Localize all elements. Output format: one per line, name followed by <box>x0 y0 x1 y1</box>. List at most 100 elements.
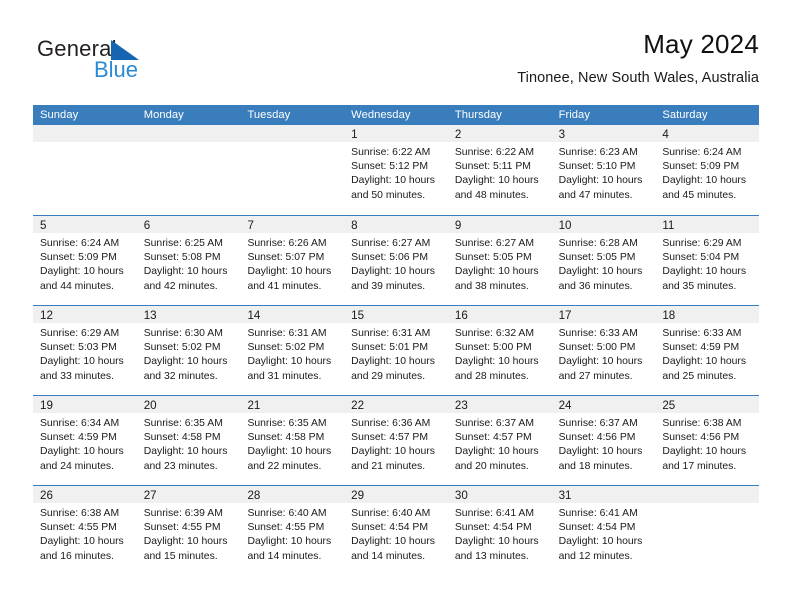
sunrise-text: Sunrise: 6:22 AM <box>351 147 431 158</box>
calendar-day-cell[interactable]: 26 Sunrise: 6:38 AM Sunset: 4:55 PM Dayligh… <box>33 486 137 575</box>
sunrise-text: Sunrise: 6:33 AM <box>662 328 742 339</box>
sunset-text: Sunset: 4:54 PM <box>351 522 428 534</box>
sunrise-text: Sunrise: 6:35 AM <box>247 418 327 429</box>
day-number-band: 7 <box>240 216 345 233</box>
day-number: 9 <box>454 219 462 232</box>
sunset-text: Sunset: 5:02 PM <box>247 342 325 354</box>
day-number-band: 29 <box>344 486 448 503</box>
calendar-day-cell[interactable]: 14 Sunrise: 6:31 AM Sunset: 5:02 PM Dayligh… <box>240 306 345 395</box>
daylight-text-cont: and 32 minutes. <box>143 370 218 382</box>
day-number: 14 <box>247 309 261 322</box>
day-number-band: 14 <box>240 306 345 323</box>
calendar-day-cell[interactable]: 1 Sunrise: 6:22 AM Sunset: 5:12 PM Daylight… <box>344 125 448 215</box>
day-number-band: 28 <box>240 486 345 503</box>
day-number: 7 <box>247 219 254 232</box>
day-number-band <box>136 125 241 142</box>
calendar-week-row: 5 Sunrise: 6:24 AM Sunset: 5:09 PM Daylight… <box>33 215 760 305</box>
calendar-day-cell[interactable]: 9 Sunrise: 6:27 AM Sunset: 5:05 PM Daylight… <box>447 216 552 305</box>
calendar-day-cell[interactable]: 23 Sunrise: 6:37 AM Sunset: 4:57 PM Dayligh… <box>447 396 552 485</box>
day-number: 16 <box>454 309 468 322</box>
day-number-band: 26 <box>33 486 137 503</box>
day-detail-lines: Sunrise: 6:32 AM Sunset: 5:00 PM Daylight:… <box>448 323 552 384</box>
daylight-text-cont: and 35 minutes. <box>662 280 737 292</box>
calendar-day-cell[interactable]: 3 Sunrise: 6:23 AM Sunset: 5:10 PM Daylight… <box>551 125 656 215</box>
day-detail-lines: Sunrise: 6:41 AM Sunset: 4:54 PM Daylight:… <box>448 503 552 564</box>
day-detail-lines: Sunrise: 6:28 AM Sunset: 5:05 PM Daylight:… <box>552 233 656 294</box>
calendar-day-cell[interactable]: 16 Sunrise: 6:32 AM Sunset: 5:00 PM Dayligh… <box>447 306 552 395</box>
sunset-text: Sunset: 5:09 PM <box>662 161 740 173</box>
day-detail-lines: Sunrise: 6:37 AM Sunset: 4:57 PM Daylight:… <box>448 413 552 474</box>
daylight-text: Daylight: 10 hours <box>662 446 747 458</box>
daylight-text: Daylight: 10 hours <box>351 446 435 458</box>
daylight-text: Daylight: 10 hours <box>558 446 643 458</box>
sunrise-text: Sunrise: 6:26 AM <box>247 238 327 249</box>
day-number-band: 4 <box>655 125 760 142</box>
daylight-text: Daylight: 10 hours <box>662 175 747 187</box>
calendar-day-cell[interactable]: 21 Sunrise: 6:35 AM Sunset: 4:58 PM Dayligh… <box>240 396 345 485</box>
calendar-day-cell[interactable]: 29 Sunrise: 6:40 AM Sunset: 4:54 PM Dayligh… <box>344 486 448 575</box>
day-detail-lines: Sunrise: 6:29 AM Sunset: 5:03 PM Daylight:… <box>33 323 137 384</box>
day-detail-lines: Sunrise: 6:24 AM Sunset: 5:09 PM Daylight:… <box>655 142 759 203</box>
calendar-day-cell[interactable]: 22 Sunrise: 6:36 AM Sunset: 4:57 PM Dayligh… <box>344 396 448 485</box>
calendar-day-cell[interactable]: 28 Sunrise: 6:40 AM Sunset: 4:55 PM Dayligh… <box>240 486 345 575</box>
day-detail-lines: Sunrise: 6:22 AM Sunset: 5:11 PM Daylight:… <box>448 142 552 203</box>
sunrise-text: Sunrise: 6:24 AM <box>662 147 742 158</box>
weekday-header-wednesday: Wednesday <box>351 109 411 121</box>
day-number-band: 13 <box>136 306 241 323</box>
daylight-text: Daylight: 10 hours <box>351 356 435 368</box>
calendar-day-cell[interactable]: 17 Sunrise: 6:33 AM Sunset: 5:00 PM Dayligh… <box>551 306 656 395</box>
sunset-text: Sunset: 5:06 PM <box>351 252 428 264</box>
calendar-day-cell[interactable]: 5 Sunrise: 6:24 AM Sunset: 5:09 PM Daylight… <box>33 216 137 305</box>
calendar-day-cell[interactable]: 25 Sunrise: 6:38 AM Sunset: 4:56 PM Dayligh… <box>655 396 760 485</box>
sunrise-text: Sunrise: 6:41 AM <box>558 508 638 519</box>
day-number: 24 <box>558 399 572 412</box>
sunset-text: Sunset: 5:09 PM <box>40 252 117 264</box>
calendar-day-cell[interactable]: 8 Sunrise: 6:27 AM Sunset: 5:06 PM Daylight… <box>344 216 448 305</box>
calendar-day-cell[interactable]: 4 Sunrise: 6:24 AM Sunset: 5:09 PM Daylight… <box>655 125 760 215</box>
weekday-header-friday: Friday <box>558 109 590 121</box>
daylight-text-cont: and 27 minutes. <box>558 370 633 382</box>
daylight-text: Daylight: 10 hours <box>454 356 539 368</box>
day-detail-lines: Sunrise: 6:35 AM Sunset: 4:58 PM Daylight:… <box>240 413 344 474</box>
day-detail-lines: Sunrise: 6:35 AM Sunset: 4:58 PM Daylight:… <box>137 413 241 474</box>
sunrise-text: Sunrise: 6:27 AM <box>351 238 431 249</box>
sunset-text: Sunset: 5:00 PM <box>558 342 636 354</box>
calendar-day-cell[interactable]: 11 Sunrise: 6:29 AM Sunset: 5:04 PM Dayligh… <box>655 216 760 305</box>
daylight-text-cont: and 29 minutes. <box>351 370 426 382</box>
calendar-day-cell[interactable]: 10 Sunrise: 6:28 AM Sunset: 5:05 PM Dayligh… <box>551 216 656 305</box>
daylight-text: Daylight: 10 hours <box>40 266 124 278</box>
daylight-text-cont: and 28 minutes. <box>454 370 529 382</box>
day-detail-lines: Sunrise: 6:25 AM Sunset: 5:08 PM Daylight:… <box>137 233 241 294</box>
day-detail-lines <box>240 142 344 146</box>
day-detail-lines: Sunrise: 6:33 AM Sunset: 4:59 PM Daylight:… <box>655 323 759 384</box>
calendar-day-cell[interactable]: 15 Sunrise: 6:31 AM Sunset: 5:01 PM Dayligh… <box>344 306 448 395</box>
calendar-day-cell[interactable]: 24 Sunrise: 6:37 AM Sunset: 4:56 PM Dayligh… <box>551 396 656 485</box>
calendar-day-cell[interactable]: 6 Sunrise: 6:25 AM Sunset: 5:08 PM Daylight… <box>136 216 241 305</box>
daylight-text-cont: and 14 minutes. <box>247 550 322 562</box>
day-detail-lines: Sunrise: 6:38 AM Sunset: 4:55 PM Daylight:… <box>33 503 137 564</box>
title-block: May 2024 Tinonee, New South Wales, Austr… <box>517 28 759 88</box>
calendar-day-cell[interactable]: 12 Sunrise: 6:29 AM Sunset: 5:03 PM Dayligh… <box>33 306 137 395</box>
daylight-text: Daylight: 10 hours <box>40 536 124 548</box>
day-number: 1 <box>351 128 358 141</box>
daylight-text-cont: and 25 minutes. <box>662 370 737 382</box>
daylight-text: Daylight: 10 hours <box>247 536 332 548</box>
day-detail-lines: Sunrise: 6:40 AM Sunset: 4:55 PM Daylight:… <box>240 503 344 564</box>
day-number: 12 <box>40 309 53 322</box>
daylight-text-cont: and 23 minutes. <box>143 460 218 472</box>
page-subtitle: Tinonee, New South Wales, Australia <box>517 70 759 86</box>
calendar-day-cell[interactable]: 7 Sunrise: 6:26 AM Sunset: 5:07 PM Daylight… <box>240 216 345 305</box>
calendar-day-cell[interactable]: 20 Sunrise: 6:35 AM Sunset: 4:58 PM Dayligh… <box>136 396 241 485</box>
calendar-day-cell[interactable]: 18 Sunrise: 6:33 AM Sunset: 4:59 PM Dayligh… <box>655 306 760 395</box>
sunset-text: Sunset: 4:59 PM <box>40 432 117 444</box>
calendar-day-cell[interactable]: 27 Sunrise: 6:39 AM Sunset: 4:55 PM Dayligh… <box>136 486 241 575</box>
calendar-day-cell[interactable]: 2 Sunrise: 6:22 AM Sunset: 5:11 PM Daylight… <box>447 125 552 215</box>
calendar-day-cell[interactable]: 30 Sunrise: 6:41 AM Sunset: 4:54 PM Dayligh… <box>447 486 552 575</box>
daylight-text: Daylight: 10 hours <box>40 356 124 368</box>
calendar-day-cell[interactable]: 31 Sunrise: 6:41 AM Sunset: 4:54 PM Dayligh… <box>551 486 656 575</box>
calendar-day-cell[interactable]: 19 Sunrise: 6:34 AM Sunset: 4:59 PM Dayligh… <box>33 396 137 485</box>
day-number: 20 <box>143 399 157 412</box>
day-detail-lines: Sunrise: 6:33 AM Sunset: 5:00 PM Daylight:… <box>552 323 656 384</box>
calendar-day-cell[interactable]: 13 Sunrise: 6:30 AM Sunset: 5:02 PM Dayligh… <box>136 306 241 395</box>
sunrise-text: Sunrise: 6:40 AM <box>351 508 431 519</box>
